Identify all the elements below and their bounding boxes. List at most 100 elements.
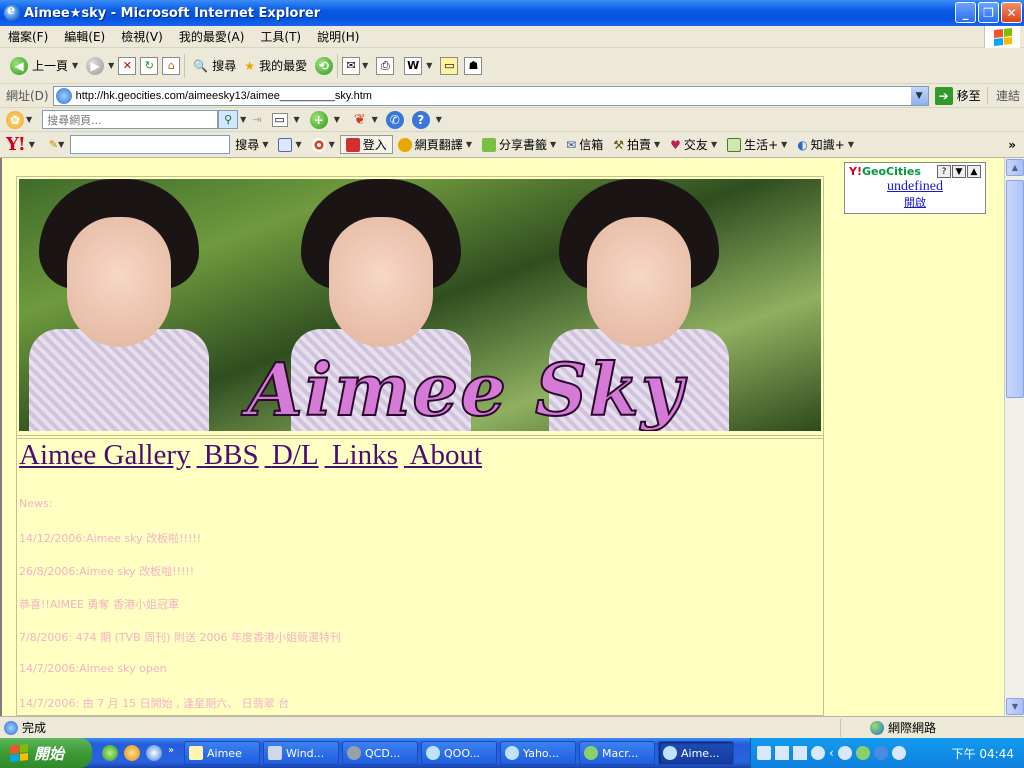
- menu-bar: 檔案(F) 編輯(E) 檢視(V) 我的最愛(A) 工具(T) 說明(H): [0, 26, 1024, 48]
- minimize-button[interactable]: _: [955, 2, 976, 23]
- geocities-up-button[interactable]: ▲: [967, 165, 981, 178]
- favorites-button[interactable]: ★ 我的最愛: [240, 52, 311, 80]
- messenger-tray-icon[interactable]: [855, 746, 870, 760]
- yahoo-mail-button[interactable]: ✉ 信箱: [561, 136, 608, 153]
- home-icon[interactable]: ⌂: [162, 56, 181, 75]
- yahoo-login-button[interactable]: 登入: [339, 135, 393, 154]
- back-button[interactable]: ◀ 上一頁 ▼: [6, 52, 82, 80]
- nav-link-about[interactable]: About: [410, 439, 483, 471]
- forward-dropdown-icon[interactable]: ▼: [108, 61, 114, 70]
- yahoo-logo[interactable]: Y!: [6, 134, 26, 155]
- yahoo-auction-button[interactable]: ⚒ 拍賣 ▼: [608, 136, 665, 153]
- quicklaunch-more-icon[interactable]: »: [168, 745, 178, 761]
- tray-app-icon[interactable]: [811, 746, 825, 760]
- notes-icon[interactable]: ▭: [440, 56, 459, 75]
- history-icon[interactable]: ⟲: [315, 56, 334, 75]
- scroll-thumb[interactable]: [1006, 180, 1024, 398]
- forward-button[interactable]: ▶ ▼: [82, 52, 118, 80]
- yahoo-life-button[interactable]: 生活+ ▼: [722, 136, 792, 153]
- task-button[interactable]: Wind...: [263, 741, 339, 765]
- popup-dropdown-icon[interactable]: ▼: [294, 115, 300, 124]
- menu-edit[interactable]: 編輯(E): [56, 28, 113, 45]
- vertical-scrollbar[interactable]: ▲ ▼: [1004, 158, 1024, 716]
- go-button[interactable]: ➔ 移至: [934, 86, 981, 105]
- messenger-icon[interactable]: ☗: [464, 56, 483, 75]
- menu-view[interactable]: 檢視(V): [113, 28, 171, 45]
- task-button[interactable]: Yaho...: [500, 741, 576, 765]
- address-dropdown-icon[interactable]: ▼: [910, 86, 928, 105]
- quicklaunch-icon[interactable]: [124, 745, 140, 761]
- help-dropdown-icon[interactable]: ▼: [436, 115, 442, 124]
- highlight-icon[interactable]: ⇥: [252, 113, 261, 126]
- menu-favorites[interactable]: 我的最愛(A): [171, 28, 253, 45]
- nav-link-download[interactable]: D/L: [272, 439, 319, 471]
- msn-search-icon[interactable]: ✿: [6, 110, 24, 129]
- butterfly-icon[interactable]: ❦: [354, 112, 366, 128]
- edit-word-icon[interactable]: W: [404, 56, 423, 75]
- geocities-help-button[interactable]: ?: [937, 165, 951, 178]
- task-button[interactable]: Macr...: [579, 741, 655, 765]
- links-button[interactable]: 連結: [986, 87, 1020, 104]
- stop-icon[interactable]: ✕: [118, 56, 137, 75]
- menu-file[interactable]: 檔案(F): [0, 28, 56, 45]
- restore-button[interactable]: ❐: [978, 2, 999, 23]
- volume-icon[interactable]: [891, 746, 906, 760]
- yahoo-layout-button[interactable]: ▼: [273, 137, 306, 152]
- geocities-down-button[interactable]: ▼: [952, 165, 966, 178]
- scroll-up-button[interactable]: ▲: [1006, 159, 1024, 176]
- task-button[interactable]: Aimee: [184, 741, 260, 765]
- geocities-undefined-link[interactable]: undefined: [845, 180, 985, 194]
- menu-help[interactable]: 說明(H): [309, 28, 367, 45]
- scroll-down-button[interactable]: ▼: [1006, 698, 1024, 715]
- add-dropdown-icon[interactable]: ▼: [334, 115, 340, 124]
- menu-tools[interactable]: 工具(T): [252, 28, 309, 45]
- butterfly-dropdown-icon[interactable]: ▼: [372, 115, 378, 124]
- start-button[interactable]: 開始: [0, 738, 92, 768]
- search-button[interactable]: 🔍 搜尋: [189, 52, 240, 80]
- print-icon[interactable]: ⎙: [376, 56, 395, 75]
- task-button-active[interactable]: Aime...: [658, 741, 734, 765]
- address-input[interactable]: http://hk.geocities.com/aimeesky13/aimee…: [52, 85, 929, 106]
- window-tray-icon[interactable]: [775, 746, 789, 760]
- msn-dropdown-icon[interactable]: ▼: [26, 115, 32, 124]
- yahoo-bookmarks-button[interactable]: 分享書籤 ▼: [477, 136, 561, 153]
- task-button[interactable]: QCD...: [342, 741, 418, 765]
- yahoo-dropdown-icon[interactable]: ▼: [29, 140, 35, 149]
- nav-link-bbs[interactable]: BBS: [204, 439, 259, 471]
- tray-expand-icon[interactable]: ‹: [829, 746, 834, 760]
- web-search-input[interactable]: 搜尋網頁...: [42, 110, 219, 129]
- toolbar-more-chevron[interactable]: »: [1008, 138, 1016, 152]
- close-button[interactable]: ✕: [1001, 2, 1022, 23]
- web-search-dropdown-icon[interactable]: ▼: [240, 115, 246, 124]
- yahoo-search-button[interactable]: 搜尋 ▼: [230, 136, 273, 153]
- quicklaunch-icon[interactable]: [102, 745, 118, 761]
- task-button[interactable]: QOO...: [421, 741, 497, 765]
- back-dropdown-icon[interactable]: ▼: [72, 61, 78, 70]
- pencil-icon[interactable]: ✎: [49, 138, 58, 151]
- popup-blocker-icon[interactable]: ▭: [271, 112, 288, 127]
- yahoo-search-input[interactable]: [70, 135, 231, 154]
- yahoo-translate-button[interactable]: 網頁翻譯 ▼: [393, 136, 477, 153]
- yahoo-dating-button[interactable]: ♥ 交友 ▼: [665, 136, 722, 153]
- quicklaunch-icon[interactable]: [146, 745, 162, 761]
- keyboard-icon[interactable]: [757, 746, 771, 760]
- help-tray-icon[interactable]: [793, 746, 807, 760]
- yahoo-knowledge-button[interactable]: ◐ 知識+ ▼: [792, 136, 859, 153]
- address-url[interactable]: http://hk.geocities.com/aimeesky13/aimee…: [76, 90, 372, 102]
- geocities-open-link[interactable]: 開啟: [845, 194, 985, 210]
- edit-dropdown-icon[interactable]: ▼: [426, 61, 432, 70]
- nav-link-gallery[interactable]: Aimee Gallery: [19, 439, 191, 471]
- mail-icon[interactable]: ✉: [342, 56, 361, 75]
- task-label: Aimee: [207, 746, 242, 760]
- web-search-go-icon[interactable]: ⚲: [218, 110, 239, 129]
- add-icon[interactable]: +: [309, 110, 328, 129]
- pencil-dropdown-icon[interactable]: ▼: [58, 140, 64, 149]
- yahoo-target-button[interactable]: ▼: [307, 137, 340, 152]
- mail-dropdown-icon[interactable]: ▼: [362, 61, 368, 70]
- network-icon[interactable]: [837, 746, 852, 760]
- star-tray-icon[interactable]: [873, 746, 888, 760]
- refresh-icon[interactable]: ↻: [140, 56, 159, 75]
- nav-link-links[interactable]: Links: [332, 439, 398, 471]
- phone-icon[interactable]: ✆: [385, 110, 404, 129]
- help-circle-icon[interactable]: ?: [411, 110, 430, 129]
